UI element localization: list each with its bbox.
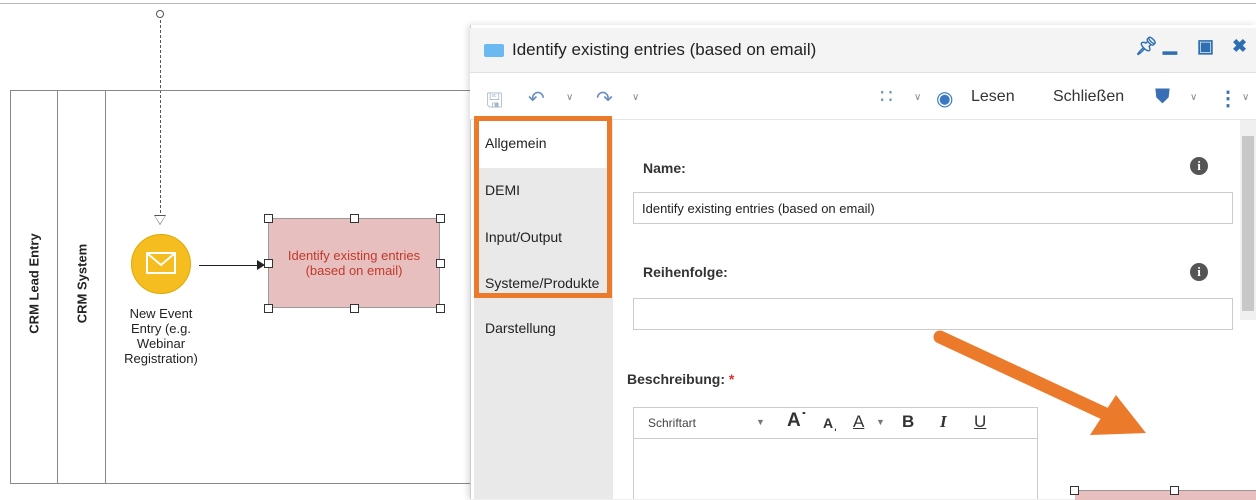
description-label: Beschreibung: *	[627, 371, 734, 387]
redo-icon[interactable]: ↷	[596, 86, 613, 111]
save-icon[interactable]: 🖫︎	[486, 86, 503, 120]
description-editor[interactable]	[633, 439, 1038, 499]
sequence-flow[interactable]	[199, 265, 261, 266]
resize-handle[interactable]	[1070, 486, 1079, 495]
dialog-title: Identify existing entries (based on emai…	[512, 40, 817, 59]
resize-handle[interactable]	[264, 304, 273, 313]
callout-arrow	[933, 330, 1146, 435]
close-icon[interactable]: ✖	[1232, 36, 1247, 57]
chevron-down-icon[interactable]: ∨	[632, 92, 639, 103]
lane-label-column: CRM System	[58, 90, 106, 484]
resize-handle[interactable]	[350, 214, 359, 223]
font-grow-icon[interactable]: A˙	[787, 410, 807, 432]
shield-check-icon[interactable]: ⛊	[1155, 86, 1170, 109]
info-icon[interactable]: i	[1190, 157, 1208, 175]
minimize-icon[interactable]: ▁	[1163, 34, 1177, 55]
read-button[interactable]: Lesen	[971, 88, 1015, 106]
bold-icon[interactable]: B	[902, 412, 914, 432]
name-label: Name:	[643, 160, 686, 176]
font-shrink-icon[interactable]: Aˌ	[823, 415, 838, 431]
selected-task[interactable]: Identify existing entries (based on emai…	[268, 218, 440, 308]
resize-handle[interactable]	[264, 259, 273, 268]
maximize-icon[interactable]: ▣	[1197, 36, 1214, 57]
name-input[interactable]: Identify existing entries (based on emai…	[633, 192, 1233, 224]
info-icon[interactable]: i	[1190, 263, 1208, 281]
order-label: Reihenfolge:	[643, 264, 728, 280]
resize-handle[interactable]	[350, 304, 359, 313]
pool-label-column: CRM Lead Entry	[10, 90, 58, 484]
font-color-icon[interactable]: A	[853, 412, 864, 432]
resize-handle[interactable]	[436, 304, 445, 313]
resize-handle[interactable]	[436, 214, 445, 223]
scrollbar-thumb[interactable]	[1242, 136, 1254, 311]
event-label: New Event Entry (e.g. Webinar Registrati…	[124, 306, 198, 366]
chevron-down-icon[interactable]: ∨	[1242, 92, 1249, 103]
chevron-down-icon[interactable]: ∨	[1190, 92, 1197, 103]
envelope-icon	[146, 252, 176, 274]
font-select[interactable]: Schriftart	[648, 416, 696, 430]
undo-icon[interactable]: ↶	[528, 86, 545, 111]
pool-label: CRM Lead Entry	[26, 233, 42, 334]
chevron-down-icon[interactable]: ▼	[876, 417, 885, 427]
dialog-toolbar	[470, 73, 1256, 120]
tab-darstellung[interactable]: Darstellung	[485, 320, 556, 336]
description-label-text: Beschreibung:	[627, 371, 726, 387]
views-icon[interactable]: ∷	[880, 84, 893, 109]
more-vertical-icon[interactable]: ⋮	[1218, 86, 1238, 111]
close-button[interactable]: Schließen	[1053, 88, 1124, 106]
required-mark: *	[728, 371, 735, 387]
eye-icon: ◉	[936, 88, 954, 110]
chevron-down-icon[interactable]: ∨	[566, 92, 573, 103]
canvas-top-border	[0, 3, 1256, 4]
chevron-down-icon[interactable]: ∨	[914, 92, 921, 103]
resize-handle[interactable]	[264, 214, 273, 223]
chevron-down-icon[interactable]: ▼	[756, 417, 765, 427]
lane-label: CRM System	[74, 243, 90, 324]
resize-handle[interactable]	[436, 259, 445, 268]
tabs-highlight-frame	[474, 116, 612, 298]
resize-handle[interactable]	[1170, 486, 1179, 495]
flow-start-connector	[156, 10, 164, 18]
task-label: Identify existing entries (based on emai…	[287, 248, 421, 278]
window-icon	[484, 44, 504, 57]
pin-icon[interactable]: 📌︎	[1135, 36, 1158, 57]
